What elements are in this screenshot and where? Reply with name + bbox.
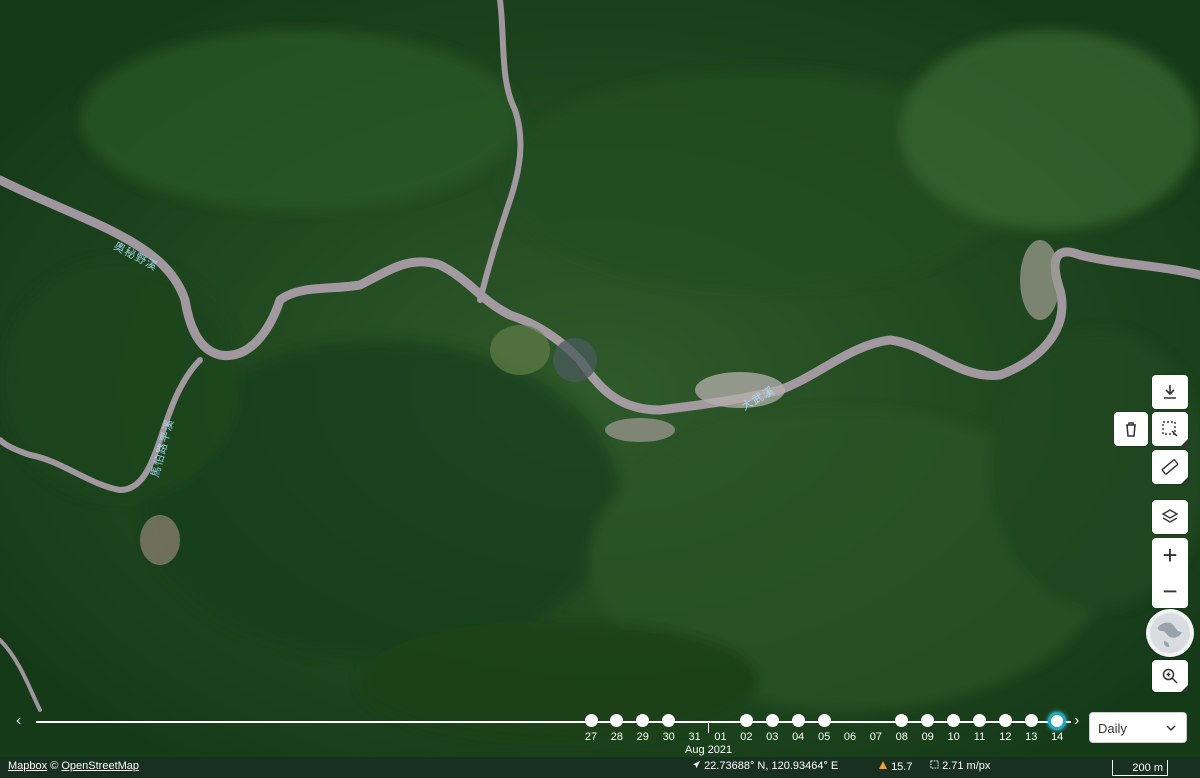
timeline-dot[interactable] <box>921 714 935 727</box>
timeline-day-label[interactable]: 05 <box>811 731 837 743</box>
select-area-button[interactable] <box>1152 412 1188 446</box>
resolution-icon <box>930 760 939 769</box>
timeline-dot-active[interactable] <box>1048 712 1067 730</box>
scale-bar: 200 m <box>1112 760 1168 776</box>
download-icon <box>1164 385 1176 399</box>
timeline-dot[interactable] <box>662 714 676 727</box>
corner-marker <box>1181 477 1188 484</box>
attribution: Mapbox © OpenStreetMap <box>8 760 139 772</box>
timeline-dot[interactable] <box>739 714 753 727</box>
zoom-in-button[interactable]: + <box>1152 538 1188 572</box>
resolution-value: 2.71 m/px <box>942 760 991 772</box>
timeline-day-label[interactable]: 11 <box>967 731 993 743</box>
timeline-day-label[interactable]: 01 <box>708 731 734 743</box>
timeline-dot[interactable] <box>973 714 986 727</box>
mapbox-link[interactable]: Mapbox <box>8 760 47 772</box>
timeline-day-label[interactable]: 14 <box>1044 731 1070 743</box>
measure-button[interactable] <box>1152 450 1188 484</box>
layers-icon <box>1161 509 1179 523</box>
timeline-month-label: Aug 2021 <box>685 744 733 756</box>
timeline-dot[interactable] <box>817 714 831 727</box>
interval-select-value: Daily <box>1098 721 1127 736</box>
elevation-readout: 15.7 <box>878 760 912 773</box>
satellite-map[interactable] <box>0 0 1200 778</box>
timeline-day-label[interactable]: 07 <box>863 731 889 743</box>
resolution-readout: 2.71 m/px <box>930 760 990 772</box>
copyright-symbol: © <box>50 760 59 772</box>
trash-icon <box>1126 422 1136 437</box>
timeline-day-label[interactable]: 28 <box>604 731 630 743</box>
timeline-day-label[interactable]: 27 <box>578 731 604 743</box>
timeline-day-label[interactable]: 09 <box>915 731 941 743</box>
timeline-day-label[interactable]: 08 <box>889 731 915 743</box>
timeline-day-label[interactable]: 03 <box>759 731 785 743</box>
ruler-icon <box>1161 459 1179 475</box>
zoom-search-icon <box>1162 668 1178 684</box>
zoom-controls: + − <box>1152 538 1188 608</box>
timeline-day-label[interactable]: 29 <box>630 731 656 743</box>
timeline-day-label[interactable]: 02 <box>733 731 759 743</box>
timeline-dot[interactable] <box>947 714 961 727</box>
layers-button[interactable] <box>1152 500 1188 534</box>
timeline-day-label[interactable]: 31 <box>682 731 708 743</box>
delete-button[interactable] <box>1114 412 1148 446</box>
download-button[interactable] <box>1152 375 1188 409</box>
timeline-day-label[interactable]: 12 <box>992 731 1018 743</box>
timeline-day-label[interactable]: 04 <box>785 731 811 743</box>
zoom-out-button[interactable]: − <box>1152 574 1188 608</box>
timeline-dot[interactable] <box>765 714 779 727</box>
timeline-dot[interactable] <box>998 714 1012 727</box>
osm-link[interactable]: OpenStreetMap <box>61 760 139 772</box>
timeline-day-label[interactable]: 06 <box>837 731 863 743</box>
globe-button[interactable] <box>1146 609 1194 657</box>
timeline-day-label[interactable]: 13 <box>1018 731 1044 743</box>
timeline-dot[interactable] <box>610 714 624 727</box>
warning-triangle-icon <box>879 761 887 769</box>
coordinates-value: 22.73688° N, 120.93464° E <box>704 760 839 772</box>
elevation-value: 15.7 <box>891 761 913 773</box>
timeline-track <box>36 721 1071 723</box>
interval-select[interactable]: Daily <box>1090 713 1186 742</box>
corner-marker <box>1181 439 1188 446</box>
coordinates-readout: 22.73688° N, 120.93464° E <box>692 760 838 772</box>
timeline-dot[interactable] <box>636 714 650 727</box>
map-footer: Mapbox © OpenStreetMap 22.73688° N, 120.… <box>0 757 1200 778</box>
timeline-prev-button[interactable]: ‹ <box>16 712 21 730</box>
select-area-icon <box>1162 421 1178 437</box>
timeline-dot[interactable] <box>584 714 598 727</box>
timeline: ‹ 27 28 29 30 31 01 02 03 04 05 06 07 08 09 10 11 12 13 14… <box>0 712 1088 757</box>
timeline-day-label[interactable]: 30 <box>656 731 682 743</box>
timeline-dot[interactable] <box>895 714 909 727</box>
corner-marker <box>1181 685 1188 692</box>
timeline-next-button[interactable]: › <box>1074 712 1079 730</box>
timeline-day-label[interactable]: 10 <box>941 731 967 743</box>
timeline-dot[interactable] <box>791 714 805 727</box>
globe-icon <box>1150 613 1190 653</box>
timeline-dot[interactable] <box>1024 714 1038 727</box>
zoom-search-button[interactable] <box>1152 660 1188 692</box>
location-arrow-icon <box>692 760 701 769</box>
chevron-down-icon <box>1166 725 1176 732</box>
